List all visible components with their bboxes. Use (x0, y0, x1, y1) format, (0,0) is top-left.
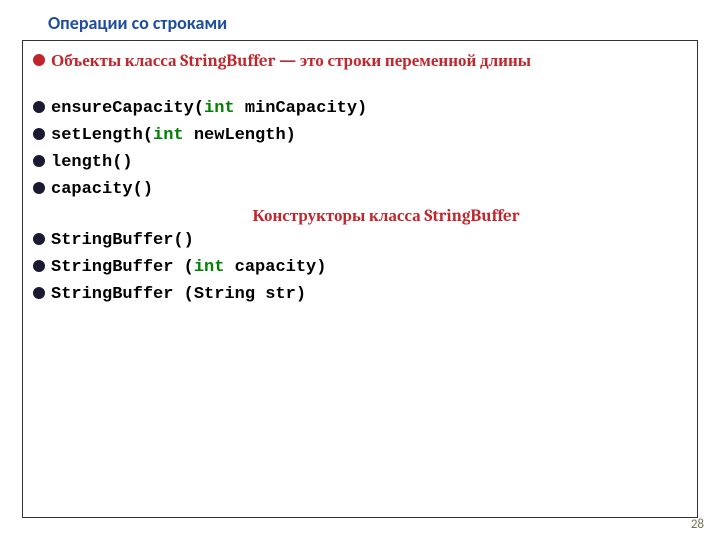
bullet-icon (33, 287, 51, 299)
constructor-text: StringBuffer() (51, 230, 194, 253)
bullet-icon (33, 260, 51, 272)
bullet-icon (33, 101, 51, 113)
constructor-line: StringBuffer (String str) (33, 284, 679, 307)
method-text: length() (51, 152, 133, 175)
method-line: capacity() (33, 179, 679, 202)
intro-text: Объекты класса StringBuffer — это строки… (51, 51, 531, 74)
bullet-icon (33, 155, 51, 167)
page-number: 28 (691, 517, 704, 532)
content-box: Объекты класса StringBuffer — это строки… (22, 40, 698, 518)
constructor-text: StringBuffer (int capacity) (51, 257, 326, 280)
method-text: capacity() (51, 179, 153, 202)
bullet-icon (33, 54, 51, 66)
bullet-icon (33, 182, 51, 194)
method-line: setLength(int newLength) (33, 125, 679, 148)
method-line: length() (33, 152, 679, 175)
intro-line: Объекты класса StringBuffer — это строки… (33, 51, 679, 74)
constructor-line: StringBuffer (int capacity) (33, 257, 679, 280)
slide-title: Операции со строками (0, 0, 720, 34)
constructors-heading: Конструкторы класса StringBuffer (33, 206, 679, 226)
bullet-icon (33, 233, 51, 245)
method-text: ensureCapacity(int minCapacity) (51, 98, 367, 121)
constructor-line: StringBuffer() (33, 230, 679, 253)
bullet-icon (33, 128, 51, 140)
method-text: setLength(int newLength) (51, 125, 296, 148)
method-line: ensureCapacity(int minCapacity) (33, 98, 679, 121)
constructor-text: StringBuffer (String str) (51, 284, 306, 307)
